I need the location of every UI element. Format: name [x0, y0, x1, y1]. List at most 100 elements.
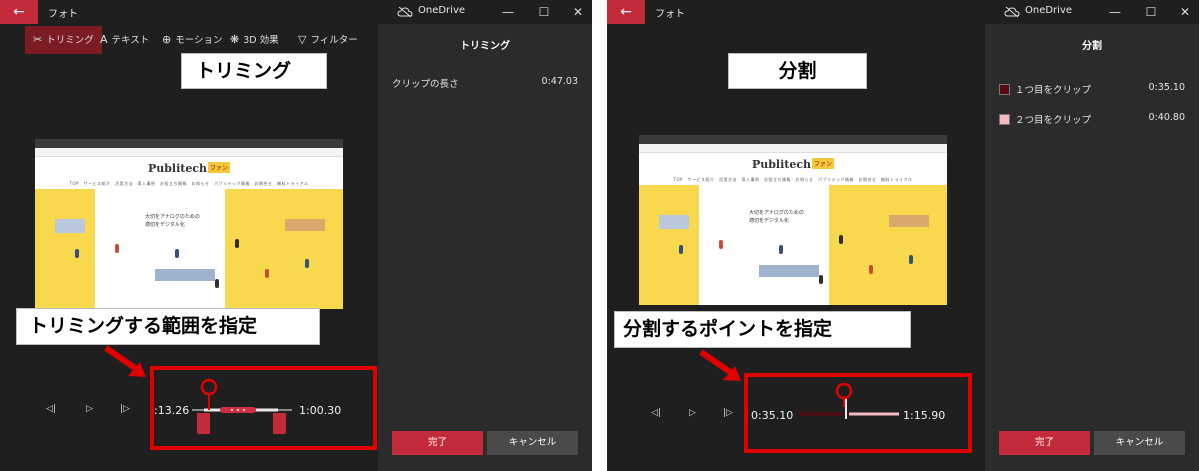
trim-timeline[interactable]: [190, 376, 294, 438]
tool-trim[interactable]: ✂ トリミング: [25, 26, 102, 54]
tool-label: 3D 効果: [243, 35, 279, 46]
callout-trim-range: トリミングする範囲を指定: [16, 308, 320, 345]
hero-copy-line: 適切をデジタル化: [145, 222, 185, 228]
tool-label: モーション: [175, 35, 223, 46]
done-button[interactable]: 完了: [999, 431, 1090, 455]
close-button[interactable]: ✕: [560, 0, 592, 24]
cloud-off-icon[interactable]: [397, 6, 413, 18]
site-logo-text: Publitech: [147, 162, 208, 175]
illustration-person: [869, 265, 873, 274]
illustration-person: [839, 235, 843, 244]
panel-title: 分割: [1082, 41, 1102, 52]
illustration-person: [679, 245, 683, 254]
illustration-tent: [889, 215, 929, 227]
minimize-button[interactable]: —: [1097, 0, 1133, 24]
trim-icon: ✂: [33, 33, 43, 46]
clip-length-value: 0:47.03: [541, 76, 578, 87]
site-hero-illustration: 大切をアナログのための 適切をデジタル化: [639, 185, 947, 305]
minimize-button[interactable]: —: [490, 0, 526, 24]
cancel-button[interactable]: キャンセル: [1094, 431, 1185, 455]
onedrive-label[interactable]: OneDrive: [418, 5, 465, 16]
next-frame-button[interactable]: |▷: [723, 408, 733, 418]
hero-copy: 大切をアナログのための 適切をデジタル化: [749, 209, 804, 225]
app-name: フォト: [48, 9, 78, 20]
browser-tab-bar: [35, 139, 343, 148]
clip1-label: １つ目をクリップ: [1015, 85, 1092, 96]
clip1-value: 0:35.10: [1148, 82, 1185, 93]
illustration-person: [235, 239, 239, 248]
done-button[interactable]: 完了: [392, 431, 483, 455]
prev-frame-button[interactable]: ◁|: [651, 408, 661, 418]
clip2-label: ２つ目をクリップ: [1015, 115, 1092, 126]
back-arrow-icon: ←: [13, 4, 25, 20]
play-button[interactable]: ▷: [86, 404, 93, 414]
split-start-time: 0:35.10: [751, 409, 794, 422]
illustration-person: [175, 249, 179, 258]
red-arrow-icon: [699, 349, 741, 381]
illustration-person: [819, 275, 823, 284]
back-arrow-icon: ←: [620, 4, 632, 20]
site-nav: TOP サービス紹介 活用方法 導入事例 お役立ち情報 お知らせ パブリテック情…: [673, 177, 913, 182]
callout-split-title: 分割: [728, 53, 867, 89]
close-button[interactable]: ✕: [1167, 0, 1199, 24]
tool-3d-effects[interactable]: ❋ 3D 効果: [230, 26, 279, 54]
clip-length-label: クリップの長さ: [392, 79, 459, 90]
title-bar: ← フォト OneDrive — ☐ ✕: [607, 0, 1199, 24]
trim-end-time: 1:00.30: [299, 404, 342, 417]
tool-text[interactable]: A テキスト: [100, 26, 149, 54]
clip2-row: ２つ目をクリップ 0:40.80: [999, 112, 1185, 126]
tool-label: トリミング: [46, 35, 94, 46]
illustration-person: [115, 244, 119, 253]
site-logo: Publitech ファン: [639, 158, 947, 171]
illustration-person: [305, 259, 309, 268]
illustration-person: [779, 245, 783, 254]
maximize-button[interactable]: ☐: [1133, 0, 1169, 24]
tool-label: フィルター: [310, 35, 358, 46]
trim-start-time: :13.26: [154, 404, 190, 417]
callout-trim-title: トリミング: [181, 53, 327, 89]
clip1-swatch: [999, 84, 1010, 95]
site-logo-tag: ファン: [208, 162, 231, 173]
hero-copy-line: 大切をアナログのための: [145, 214, 200, 220]
clip1-row: １つ目をクリップ 0:35.10: [999, 82, 1185, 96]
back-button[interactable]: ←: [0, 0, 38, 24]
app-name: フォト: [655, 9, 685, 20]
trim-panel: トリミング クリップの長さ 0:47.03 完了 キャンセル: [378, 24, 592, 471]
text-icon: A: [100, 33, 108, 46]
next-frame-button[interactable]: |▷: [120, 404, 130, 414]
hero-copy-line: 大切をアナログのための: [749, 210, 804, 216]
cancel-button[interactable]: キャンセル: [487, 431, 578, 455]
callout-split-point: 分割するポイントを指定: [614, 311, 911, 348]
clip-length-row: クリップの長さ 0:47.03: [392, 76, 578, 90]
prev-frame-button[interactable]: ◁|: [46, 404, 56, 414]
play-button[interactable]: ▷: [689, 408, 696, 418]
browser-address-bar: [35, 148, 343, 157]
clip2-swatch: [999, 114, 1010, 125]
browser-address-bar: [639, 144, 947, 153]
illustration-tent: [285, 219, 325, 231]
tool-filter[interactable]: ▽ フィルター: [298, 26, 358, 54]
illustration-desk: [55, 219, 85, 233]
site-logo: Publitech ファン: [35, 162, 343, 175]
illustration-person: [75, 249, 79, 258]
cloud-off-icon[interactable]: [1004, 6, 1020, 18]
illustration-person: [215, 279, 219, 288]
3d-effects-icon: ❋: [230, 33, 240, 46]
clip2-value: 0:40.80: [1148, 112, 1185, 123]
edit-toolbar: ✂ トリミング A テキスト ⊕ モーション ❋ 3D 効果 ▽ フィルター: [0, 24, 378, 56]
browser-tab-bar: [639, 135, 947, 144]
site-logo-text: Publitech: [751, 158, 812, 171]
illustration-stairs: [759, 265, 819, 277]
video-preview[interactable]: Publitech ファン TOP サービス紹介 活用方法 導入事例 お役立ち情報…: [35, 139, 343, 309]
panel-title: トリミング: [460, 41, 510, 52]
tool-motion[interactable]: ⊕ モーション: [162, 26, 223, 54]
split-timeline[interactable]: [797, 382, 901, 422]
back-button[interactable]: ←: [607, 0, 645, 24]
onedrive-label[interactable]: OneDrive: [1025, 5, 1072, 16]
video-preview[interactable]: Publitech ファン TOP サービス紹介 活用方法 導入事例 お役立ち情報…: [639, 135, 947, 305]
split-end-time: 1:15.90: [903, 409, 946, 422]
site-logo-tag: ファン: [812, 158, 835, 169]
maximize-button[interactable]: ☐: [526, 0, 562, 24]
hero-copy: 大切をアナログのための 適切をデジタル化: [145, 213, 200, 229]
motion-icon: ⊕: [162, 33, 172, 46]
